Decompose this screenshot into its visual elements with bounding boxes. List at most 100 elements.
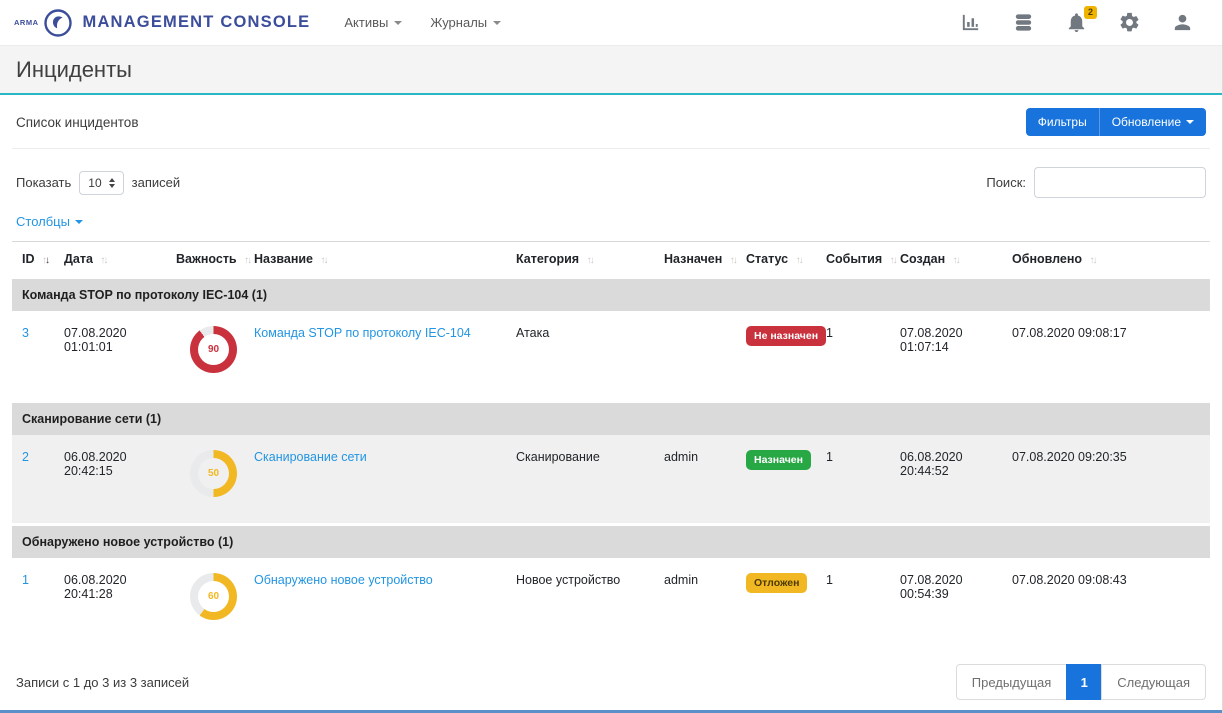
navbar-icons: 2 [959, 11, 1208, 34]
search-control: Поиск: [986, 167, 1206, 198]
pagination-previous[interactable]: Предыдущая [956, 664, 1068, 700]
group-header-row: Команда STOP по протоколу IEC-104 (1) [12, 278, 1210, 312]
records-info: Записи с 1 до 3 из 3 записей [16, 675, 189, 690]
incident-category: Новое устройство [506, 558, 654, 648]
page-title-bar: Инциденты [0, 46, 1222, 93]
incident-date: 06.08.2020 20:42:15 [54, 435, 166, 525]
sort-arrows-icon: ↑↓ [42, 255, 48, 266]
group-header-row: Сканирование сети (1) [12, 401, 1210, 435]
column-header-10[interactable]: Обновлено ↑↓ [1002, 242, 1210, 278]
chevron-down-icon [1186, 120, 1194, 124]
incident-id-link[interactable]: 2 [22, 450, 29, 464]
status-badge: Отложен [746, 573, 807, 593]
incident-row: 2 06.08.2020 20:42:15 50 Сканирование сети С… [12, 435, 1210, 525]
sort-arrows-icon: ↑↓ [953, 255, 959, 266]
panel-title: Список инцидентов [16, 115, 139, 130]
column-header-9[interactable]: Создан ↑↓ [890, 242, 1002, 278]
pagination-page-1[interactable]: 1 [1066, 664, 1102, 700]
brand-title: MANAGEMENT CONSOLE [83, 13, 311, 32]
notification-badge: 2 [1084, 6, 1097, 19]
panel-header: Список инцидентов Фильтры Обновление [12, 95, 1210, 149]
spinner-arrows-icon [109, 178, 115, 188]
show-label: Показать [16, 175, 71, 190]
top-navbar: ARMA MANAGEMENT CONSOLE Активы Журналы 2 [0, 0, 1222, 46]
page-title: Инциденты [16, 57, 132, 83]
incident-assignee: admin [654, 435, 736, 525]
column-header-8[interactable]: События ↑↓ [816, 242, 890, 278]
column-header-4[interactable]: Название ↑↓ [244, 242, 506, 278]
table-header-row: ID ↑↓Дата ↑↓Важность ↑↓Название ↑↓Катего… [12, 242, 1210, 278]
incident-id-link[interactable]: 1 [22, 573, 29, 587]
severity-donut: 50 [190, 450, 237, 497]
page-length-control: Показать 10 записей [16, 171, 180, 195]
brand-logo[interactable]: ARMA MANAGEMENT CONSOLE [14, 8, 310, 38]
incident-name-link[interactable]: Сканирование сети [254, 450, 367, 464]
incident-id-link[interactable]: 3 [22, 326, 29, 340]
charts-icon[interactable] [959, 11, 982, 34]
table-footer: Записи с 1 до 3 из 3 записей Предыдущая … [12, 664, 1210, 713]
severity-donut: 90 [190, 326, 237, 373]
search-input[interactable] [1034, 167, 1206, 198]
sort-arrows-icon: ↑↓ [796, 255, 802, 266]
sort-arrows-icon: ↑↓ [244, 255, 250, 266]
notifications-bell-icon[interactable]: 2 [1065, 11, 1088, 34]
incident-updated: 07.08.2020 09:08:17 [1002, 311, 1210, 401]
incident-events: 1 [816, 311, 890, 401]
incident-created: 07.08.2020 00:54:39 [890, 558, 1002, 648]
incident-assignee: admin [654, 558, 736, 648]
incident-table-body: Команда STOP по протоколу IEC-104 (1) 3 07… [12, 278, 1210, 649]
pagination-next[interactable]: Следующая [1101, 664, 1206, 700]
arma-logo-text: ARMA [14, 18, 39, 27]
incident-row: 1 06.08.2020 20:41:28 60 Обнаружено новое у… [12, 558, 1210, 648]
menu-assets[interactable]: Активы [344, 15, 402, 30]
incident-name-link[interactable]: Команда STOP по протоколу IEC-104 [254, 326, 471, 340]
sort-arrows-icon: ↑↓ [890, 255, 896, 266]
group-header-row: Обнаружено новое устройство (1) [12, 525, 1210, 559]
columns-dropdown[interactable]: Столбцы [16, 214, 83, 229]
incident-category: Сканирование [506, 435, 654, 525]
arma-logo-icon [43, 8, 73, 38]
sort-arrows-icon: ↑↓ [587, 255, 593, 266]
column-header-1[interactable]: ID ↑↓ [12, 242, 54, 278]
pagination: Предыдущая 1 Следующая [956, 664, 1206, 700]
column-header-6[interactable]: Назначен ↑↓ [654, 242, 736, 278]
settings-gear-icon[interactable] [1118, 11, 1141, 34]
incident-category: Атака [506, 311, 654, 401]
column-header-2[interactable]: Дата ↑↓ [54, 242, 166, 278]
incident-assignee [654, 311, 736, 401]
incident-created: 06.08.2020 20:44:52 [890, 435, 1002, 525]
page-length-select[interactable]: 10 [79, 171, 123, 195]
severity-donut: 60 [190, 573, 237, 620]
incident-updated: 07.08.2020 09:08:43 [1002, 558, 1210, 648]
incidents-panel: Список инцидентов Фильтры Обновление Пок… [0, 95, 1222, 713]
chevron-down-icon [493, 21, 501, 25]
incident-updated: 07.08.2020 09:20:35 [1002, 435, 1210, 525]
incident-date: 06.08.2020 20:41:28 [54, 558, 166, 648]
column-header-7[interactable]: Статус ↑↓ [736, 242, 816, 278]
status-badge: Не назначен [746, 326, 826, 346]
refresh-button[interactable]: Обновление [1100, 108, 1206, 136]
entries-label: записей [132, 175, 180, 190]
incident-events: 1 [816, 558, 890, 648]
incident-date: 07.08.2020 01:01:01 [54, 311, 166, 401]
sort-arrows-icon: ↑↓ [320, 255, 326, 266]
column-header-3[interactable]: Важность ↑↓ [166, 242, 244, 278]
sort-arrows-icon: ↑↓ [1090, 255, 1096, 266]
panel-actions: Фильтры Обновление [1026, 108, 1206, 136]
sort-arrows-icon: ↑↓ [730, 255, 736, 266]
menu-journals[interactable]: Журналы [430, 15, 501, 30]
search-label: Поиск: [986, 175, 1026, 190]
database-icon[interactable] [1012, 11, 1035, 34]
filters-button[interactable]: Фильтры [1026, 108, 1100, 136]
incidents-table: ID ↑↓Дата ↑↓Важность ↑↓Название ↑↓Катего… [12, 241, 1210, 648]
sort-arrows-icon: ↑↓ [100, 255, 106, 266]
status-badge: Назначен [746, 450, 811, 470]
chevron-down-icon [394, 21, 402, 25]
column-header-5[interactable]: Категория ↑↓ [506, 242, 654, 278]
user-profile-icon[interactable] [1171, 11, 1194, 34]
incident-row: 3 07.08.2020 01:01:01 90 Команда STOP по пр… [12, 311, 1210, 401]
incident-events: 1 [816, 435, 890, 525]
table-controls: Показать 10 записей Поиск: [12, 167, 1210, 198]
chevron-down-icon [75, 220, 83, 224]
incident-name-link[interactable]: Обнаружено новое устройство [254, 573, 433, 587]
